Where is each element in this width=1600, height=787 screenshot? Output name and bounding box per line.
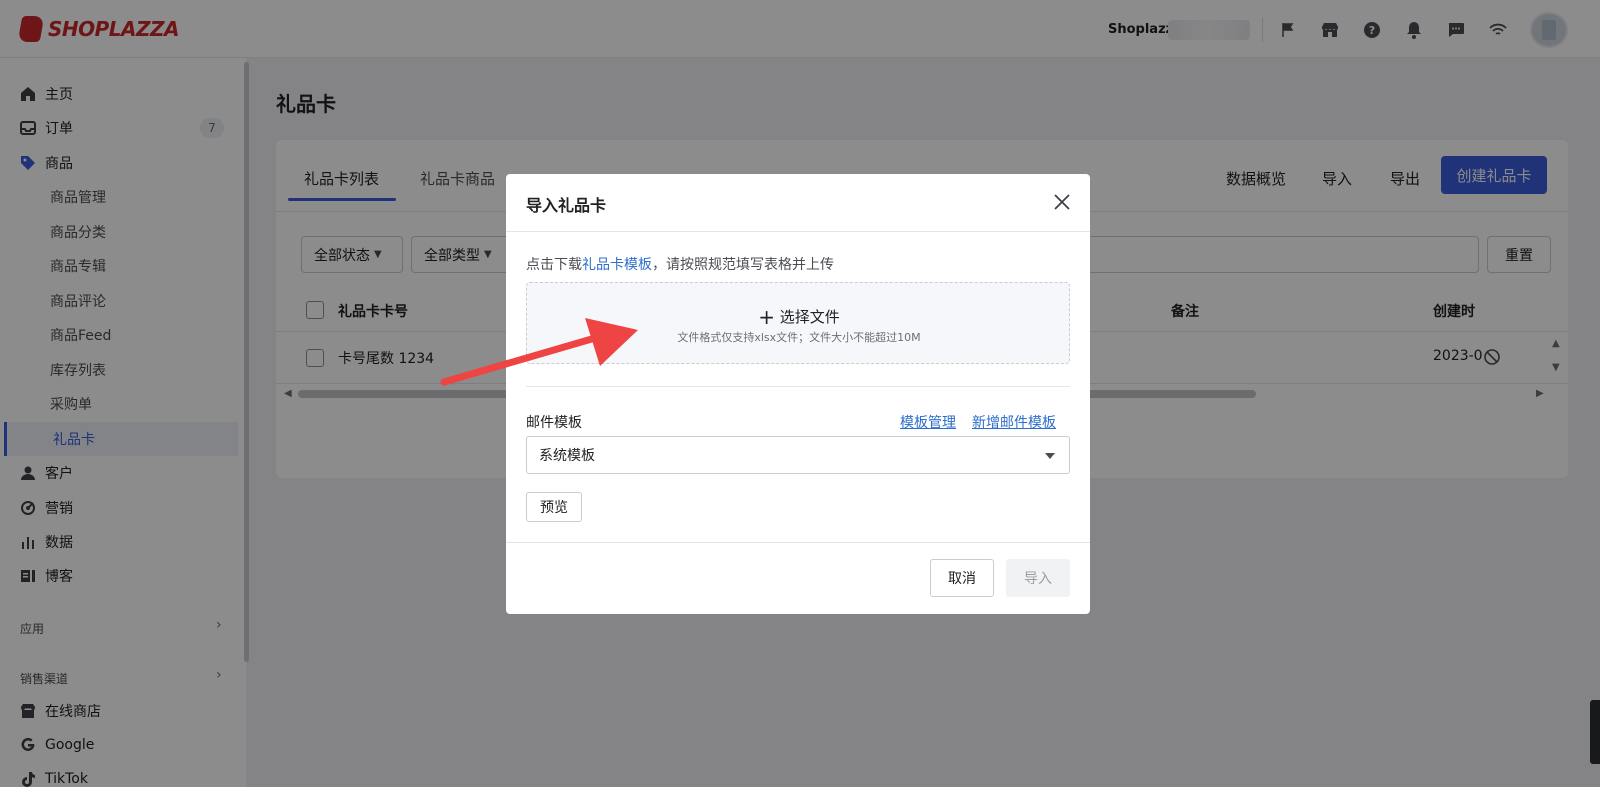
close-icon[interactable]	[1050, 190, 1074, 214]
import-submit-button[interactable]: 导入	[1006, 559, 1070, 597]
annotation-arrow-icon	[440, 318, 638, 386]
dialog-title: 导入礼品卡	[526, 196, 607, 215]
hint-prefix: 点击下载	[526, 257, 582, 273]
new-email-template-link[interactable]: 新增邮件模板	[972, 412, 1056, 432]
template-management-link[interactable]: 模板管理	[900, 412, 956, 432]
email-template-label: 邮件模板	[526, 415, 582, 431]
template-download-link[interactable]: 礼品卡模板	[582, 257, 652, 273]
email-template-select[interactable]: 系统模板	[526, 436, 1070, 474]
preview-button[interactable]: 预览	[526, 492, 582, 522]
download-hint: 点击下载礼品卡模板，请按照规范填写表格并上传	[526, 254, 834, 274]
import-gift-card-dialog: 导入礼品卡 点击下载礼品卡模板，请按照规范填写表格并上传 + 选择文件 文件格式…	[506, 174, 1090, 614]
select-file-label: 选择文件	[779, 308, 840, 326]
cancel-button[interactable]: 取消	[930, 559, 994, 597]
selected-template: 系统模板	[539, 448, 595, 464]
hint-suffix: ，请按照规范填写表格并上传	[652, 257, 834, 273]
dialog-header: 导入礼品卡	[506, 174, 1090, 232]
caret-down-icon	[1045, 453, 1055, 459]
plus-icon: +	[758, 305, 775, 329]
dialog-footer: 取消 导入	[506, 542, 1090, 614]
